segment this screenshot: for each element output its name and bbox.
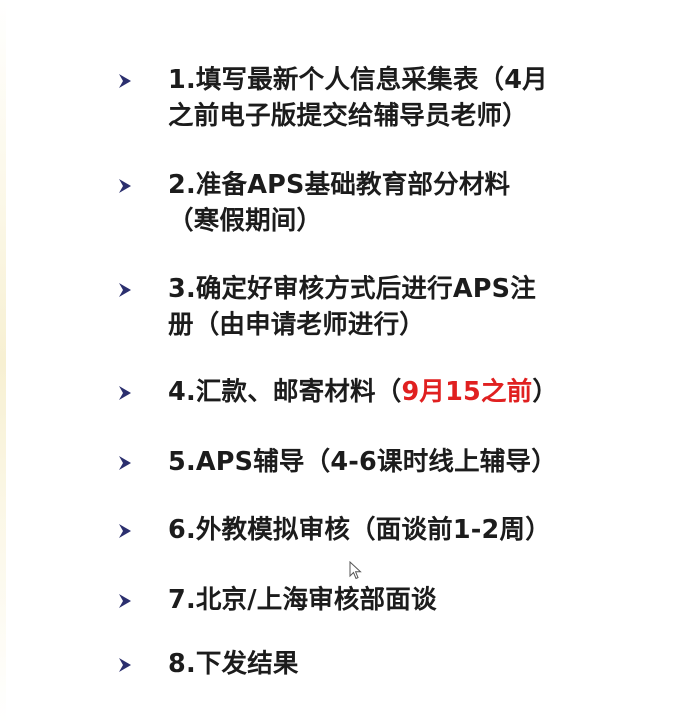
item-line: 册（由申请老师进行）	[168, 310, 426, 340]
arrow-bullet-icon	[116, 522, 134, 540]
item-line: 2.准备APS基础教育部分材料	[168, 170, 511, 200]
item-line: 之前电子版提交给辅导员老师）	[168, 101, 528, 131]
item-text: 4.汇款、邮寄材料（9月15之前）	[168, 374, 608, 410]
item-text: 5.APS辅导（4-6课时线上辅导）	[168, 444, 608, 480]
item-line: 5.APS辅导（4-6课时线上辅导）	[168, 447, 557, 477]
item-text: 8.下发结果	[168, 646, 608, 682]
item-text: 7.北京/上海审核部面谈	[168, 582, 608, 618]
item-line: 3.确定好审核方式后进行APS注	[168, 274, 536, 304]
arrow-bullet-icon	[116, 592, 134, 610]
arrow-bullet-icon	[116, 384, 134, 402]
arrow-bullet-icon	[116, 72, 134, 90]
item-line: 7.北京/上海审核部面谈	[168, 585, 437, 615]
item-text: 6.外教模拟审核（面谈前1-2周）	[168, 512, 608, 548]
item-line: 8.下发结果	[168, 649, 299, 679]
arrow-bullet-icon	[116, 656, 134, 674]
item-text: 3.确定好审核方式后进行APS注 册（由申请老师进行）	[168, 271, 608, 343]
mouse-pointer-icon	[349, 560, 363, 581]
item-text-prefix: 4.汇款、邮寄材料（	[168, 377, 402, 407]
item-text: 1.填写最新个人信息采集表（4月 之前电子版提交给辅导员老师）	[168, 62, 608, 134]
item-text: 2.准备APS基础教育部分材料 （寒假期间）	[168, 167, 608, 239]
item-text-suffix: ）	[532, 377, 559, 407]
arrow-bullet-icon	[116, 281, 134, 299]
step-list: 1.填写最新个人信息采集表（4月 之前电子版提交给辅导员老师） 2.准备APS基…	[0, 0, 678, 724]
deadline-highlight: 9月15之前	[401, 377, 533, 407]
item-line: （寒假期间）	[168, 206, 323, 236]
item-line: 6.外教模拟审核（面谈前1-2周）	[168, 515, 551, 545]
arrow-bullet-icon	[116, 454, 134, 472]
item-line: 1.填写最新个人信息采集表（4月	[168, 65, 548, 95]
arrow-bullet-icon	[116, 177, 134, 195]
